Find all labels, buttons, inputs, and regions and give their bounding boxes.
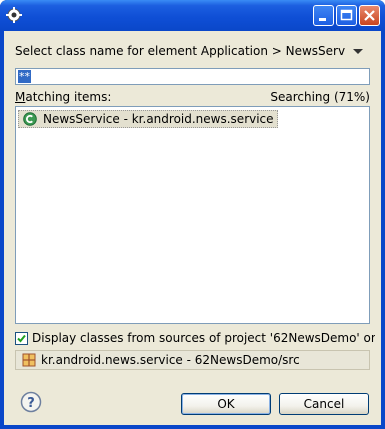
window-frame-right	[381, 31, 385, 429]
project-filter-checkbox[interactable]	[15, 331, 28, 345]
ok-button[interactable]: OK	[181, 393, 271, 415]
svg-text:?: ?	[27, 396, 35, 411]
dialog-window: Select class name for element Applicatio…	[0, 0, 385, 429]
window-frame-bottom	[0, 425, 385, 429]
minimize-button[interactable]	[313, 5, 334, 26]
selection-details-label: kr.android.news.service - 62NewsDemo/src	[41, 353, 300, 367]
close-button[interactable]	[359, 5, 380, 26]
list-item-label: NewsService - kr.android.news.service	[43, 112, 274, 126]
project-filter-option[interactable]: Display classes from sources of project …	[15, 330, 375, 346]
results-list[interactable]: NewsService - kr.android.news.service	[15, 106, 370, 324]
maximize-icon	[340, 9, 353, 21]
dialog-body: Select class name for element Applicatio…	[4, 31, 381, 425]
search-status: Searching (71%)	[270, 90, 370, 104]
gear-icon	[6, 7, 22, 23]
help-icon[interactable]: ?	[20, 391, 42, 413]
selection-details: kr.android.news.service - 62NewsDemo/src	[15, 350, 370, 370]
cancel-button[interactable]: Cancel	[279, 393, 369, 415]
project-filter-label: Display classes from sources of project …	[32, 331, 375, 345]
matching-label-text: atching items:	[25, 90, 112, 104]
view-menu-icon[interactable]	[353, 49, 363, 54]
package-icon	[22, 353, 36, 367]
search-input-value: **	[18, 70, 31, 83]
title-bar[interactable]	[0, 0, 385, 31]
class-icon	[23, 112, 37, 126]
close-icon	[364, 10, 375, 21]
matching-items-label: Matching items:	[15, 90, 111, 104]
search-input[interactable]: **	[15, 68, 370, 85]
minimize-icon	[319, 18, 326, 21]
list-item[interactable]: NewsService - kr.android.news.service	[18, 110, 278, 128]
checkmark-icon	[17, 334, 26, 342]
maximize-button[interactable]	[336, 5, 357, 26]
header-label: Select class name for element Applicatio…	[15, 44, 345, 58]
mnemonic-letter: M	[15, 90, 26, 104]
